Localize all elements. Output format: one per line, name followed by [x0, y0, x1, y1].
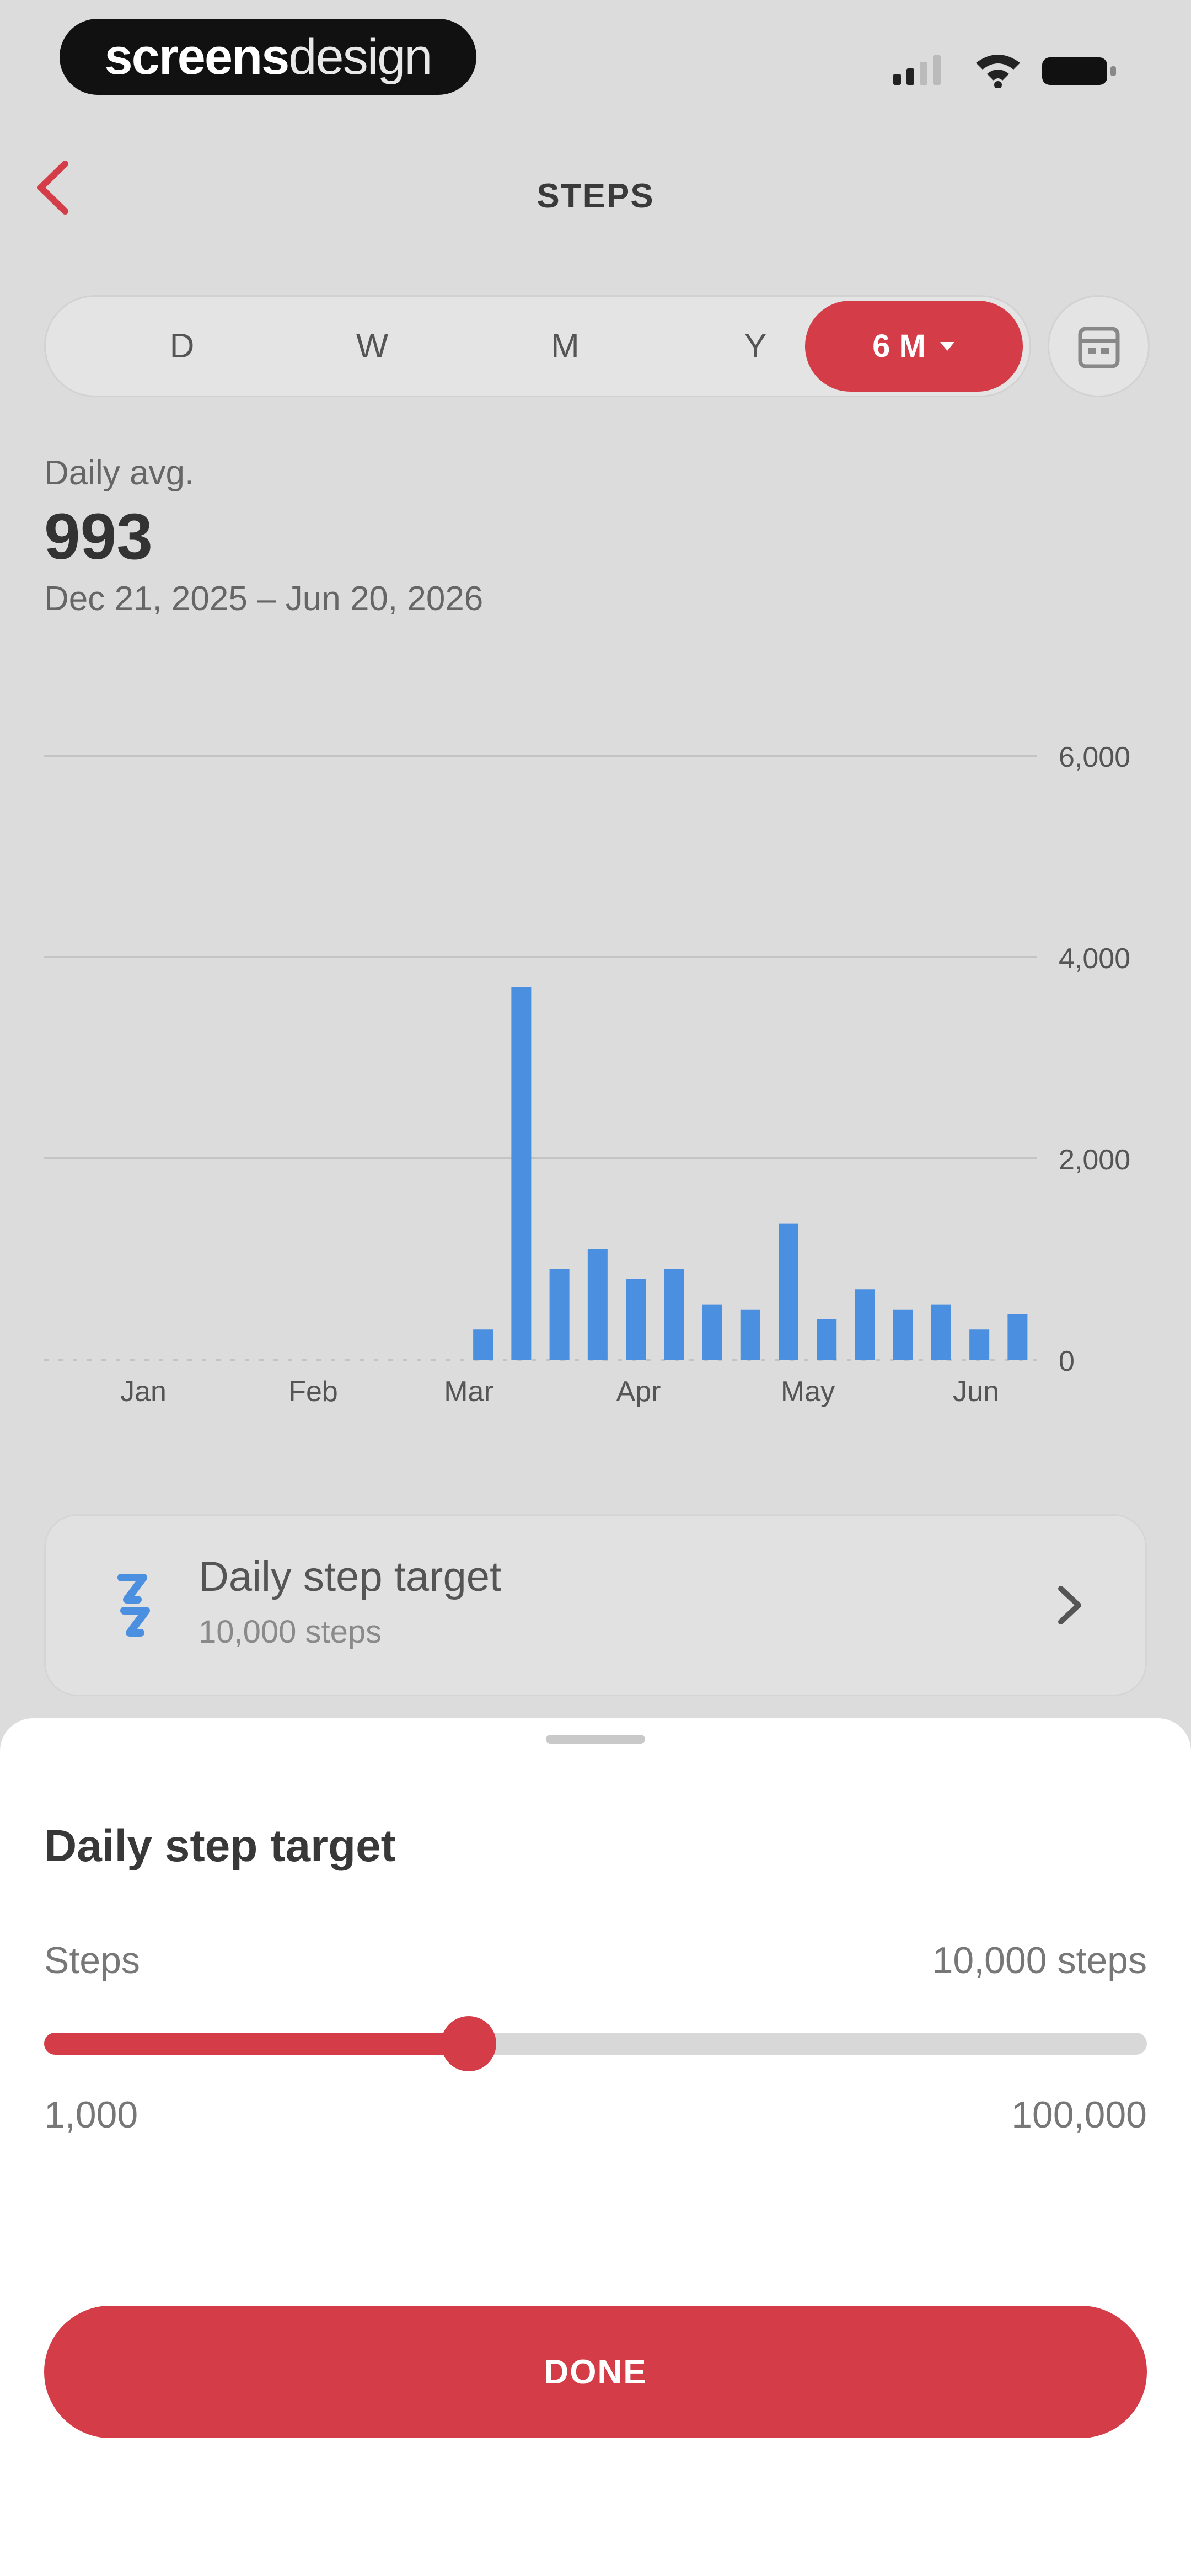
- chart-bar[interactable]: [893, 1309, 913, 1360]
- date-range: Dec 21, 2025 – Jun 20, 2026: [44, 580, 484, 618]
- steps-label: Steps: [44, 1939, 140, 1981]
- battery-icon: [1042, 57, 1116, 85]
- daily-step-target-card[interactable]: Daily step target 10,000 steps: [44, 1514, 1147, 1696]
- x-tick-label: Feb: [288, 1376, 338, 1408]
- y-tick-label: 0: [1059, 1345, 1075, 1377]
- chart-bar[interactable]: [473, 1329, 493, 1360]
- target-card-subtitle: 10,000 steps: [198, 1614, 382, 1650]
- chevron-right-icon: [1058, 1586, 1081, 1624]
- chart-bar[interactable]: [931, 1304, 951, 1360]
- x-tick-label: Jun: [953, 1376, 999, 1408]
- chart-bar[interactable]: [779, 1223, 798, 1360]
- chart-bar[interactable]: [817, 1319, 837, 1360]
- slider-fill: [44, 2033, 469, 2055]
- slider-thumb[interactable]: [441, 2016, 496, 2071]
- status-icons: [893, 55, 1116, 88]
- done-button[interactable]: DONE: [44, 2306, 1147, 2438]
- tab-six-months[interactable]: 6 M: [805, 301, 1023, 392]
- slider-max-label: 100,000: [1011, 2094, 1147, 2136]
- chart-bar[interactable]: [1007, 1314, 1028, 1360]
- daily-average-value: 993: [44, 500, 153, 573]
- tab-six-months-label: 6 M: [872, 328, 926, 364]
- calendar-button[interactable]: [1048, 295, 1150, 397]
- x-tick-label: Mar: [444, 1376, 493, 1408]
- brand-logo-light: design: [288, 28, 432, 85]
- sheet-title: Daily step target: [44, 1821, 396, 1871]
- x-tick-label: May: [781, 1376, 835, 1408]
- wifi-icon: [976, 55, 1020, 88]
- caret-down-icon: [940, 341, 954, 351]
- chart-bar[interactable]: [511, 987, 532, 1360]
- sheet-drag-handle[interactable]: [546, 1735, 645, 1744]
- brand-logo-bold: screens: [104, 28, 290, 85]
- chart-bar[interactable]: [740, 1309, 760, 1360]
- signal-icon: [893, 55, 941, 85]
- daily-average-label: Daily avg.: [44, 454, 195, 492]
- tab-month[interactable]: M: [482, 295, 648, 397]
- chart-bar[interactable]: [626, 1279, 646, 1360]
- tab-week[interactable]: W: [289, 295, 455, 397]
- range-tabs: D W M Y 6 M: [44, 295, 1031, 397]
- slider-min-label: 1,000: [44, 2094, 138, 2136]
- target-card-title: Daily step target: [198, 1553, 502, 1600]
- chart-bar[interactable]: [855, 1289, 875, 1360]
- page-title: STEPS: [537, 177, 654, 215]
- steps-value: 10,000 steps: [932, 1939, 1147, 1981]
- chart-bar[interactable]: [664, 1269, 684, 1360]
- step-target-sheet: Daily step target Steps 10,000 steps 1,0…: [0, 1718, 1191, 2576]
- y-tick-label: 4,000: [1059, 943, 1130, 975]
- steps-icon: [117, 1574, 150, 1637]
- brand-logo: screens design: [60, 19, 476, 95]
- chart-bar[interactable]: [549, 1269, 570, 1360]
- chart-bar[interactable]: [969, 1329, 990, 1360]
- calendar-icon: [1078, 327, 1119, 368]
- tab-day[interactable]: D: [99, 295, 265, 397]
- x-tick-label: Apr: [616, 1376, 661, 1408]
- y-tick-label: 2,000: [1059, 1144, 1130, 1176]
- x-tick-label: Jan: [120, 1376, 167, 1408]
- chart-bar[interactable]: [702, 1304, 722, 1360]
- step-target-slider[interactable]: [44, 2033, 1147, 2055]
- y-tick-label: 6,000: [1059, 741, 1130, 773]
- steps-bar-chart: 6,000 4,000 2,000 0 Jan Feb Mar Apr May Jun: [44, 741, 1130, 1408]
- chart-bar[interactable]: [587, 1249, 608, 1360]
